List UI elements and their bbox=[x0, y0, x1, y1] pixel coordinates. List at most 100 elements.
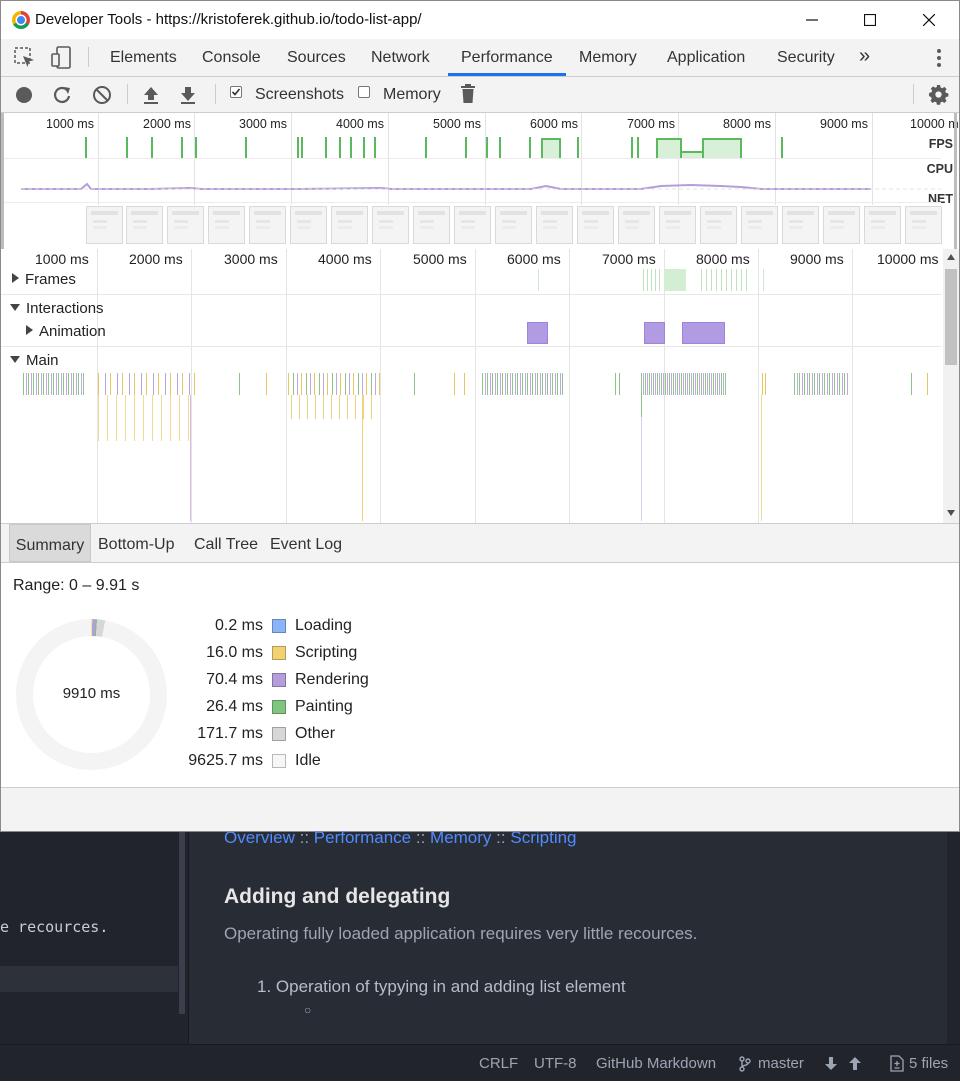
flame-chart-scrollbar[interactable] bbox=[943, 249, 959, 523]
screenshot-thumbnail[interactable] bbox=[167, 206, 204, 244]
main-thread-activity[interactable] bbox=[98, 395, 193, 441]
screenshot-thumbnail[interactable] bbox=[905, 206, 942, 244]
branch-status[interactable]: master bbox=[758, 1055, 804, 1072]
line-ending-status[interactable]: CRLF bbox=[479, 1055, 518, 1072]
animation-track-toggle[interactable]: Animation bbox=[26, 323, 106, 340]
screenshot-thumbnail[interactable] bbox=[290, 206, 327, 244]
push-arrow-up-icon[interactable] bbox=[849, 1056, 861, 1075]
tab-console[interactable]: Console bbox=[202, 39, 261, 76]
breadcrumb-link-memory[interactable]: Memory bbox=[430, 828, 491, 847]
main-thread-activity[interactable] bbox=[239, 373, 240, 395]
load-profile-icon[interactable] bbox=[142, 85, 160, 110]
screenshot-thumbnail[interactable] bbox=[86, 206, 123, 244]
screenshot-thumbnail[interactable] bbox=[413, 206, 450, 244]
animation-event[interactable] bbox=[527, 322, 548, 344]
expand-triangle-icon bbox=[12, 273, 19, 283]
frame-marker bbox=[664, 269, 686, 291]
main-thread-activity[interactable] bbox=[641, 395, 642, 417]
fetch-arrow-down-icon[interactable] bbox=[825, 1057, 837, 1076]
animation-event[interactable] bbox=[682, 322, 725, 344]
screenshot-thumbnail[interactable] bbox=[126, 206, 163, 244]
screenshot-thumbnail[interactable] bbox=[659, 206, 696, 244]
main-thread-activity[interactable] bbox=[911, 373, 912, 395]
main-thread-activity[interactable] bbox=[291, 395, 377, 419]
screenshot-thumbnail[interactable] bbox=[700, 206, 737, 244]
maximize-button[interactable] bbox=[841, 1, 899, 39]
screenshot-thumbnail[interactable] bbox=[864, 206, 901, 244]
screenshot-thumbnail[interactable] bbox=[782, 206, 819, 244]
tab-memory[interactable]: Memory bbox=[579, 39, 637, 76]
main-thread-activity[interactable] bbox=[414, 373, 415, 395]
sub-bullet-icon: ○ bbox=[304, 1003, 312, 1017]
main-thread-activity[interactable] bbox=[266, 373, 267, 395]
screenshot-thumbnail[interactable] bbox=[454, 206, 491, 244]
main-thread-activity[interactable] bbox=[454, 373, 455, 395]
main-thread-activity[interactable] bbox=[761, 395, 762, 521]
screenshot-thumbnail[interactable] bbox=[823, 206, 860, 244]
settings-gear-icon[interactable] bbox=[928, 84, 949, 110]
grammar-status[interactable]: GitHub Markdown bbox=[596, 1055, 716, 1072]
tab-elements[interactable]: Elements bbox=[110, 39, 177, 76]
main-thread-activity[interactable] bbox=[794, 373, 848, 395]
tab-event-log[interactable]: Event Log bbox=[270, 524, 342, 562]
breadcrumb-link-performance[interactable]: Performance bbox=[314, 828, 411, 847]
record-icon[interactable] bbox=[15, 86, 33, 109]
screenshot-thumbnail[interactable] bbox=[495, 206, 532, 244]
animation-event[interactable] bbox=[644, 322, 665, 344]
screenshot-thumbnail[interactable] bbox=[372, 206, 409, 244]
overview-left-handle[interactable] bbox=[1, 113, 4, 249]
minimize-button[interactable] bbox=[783, 1, 841, 39]
tab-sources[interactable]: Sources bbox=[287, 39, 346, 76]
breadcrumb-link-overview[interactable]: Overview bbox=[224, 828, 295, 847]
collect-garbage-icon[interactable] bbox=[460, 84, 476, 109]
screenshot-thumbnail[interactable] bbox=[536, 206, 573, 244]
main-thread-activity[interactable] bbox=[190, 395, 191, 521]
frames-track-toggle[interactable]: Frames bbox=[12, 271, 76, 288]
clear-icon[interactable] bbox=[92, 85, 112, 110]
device-toolbar-icon[interactable] bbox=[51, 46, 73, 75]
main-thread-activity[interactable] bbox=[927, 373, 928, 395]
reload-record-icon[interactable] bbox=[52, 85, 72, 110]
screenshot-thumbnail[interactable] bbox=[249, 206, 286, 244]
breadcrumb-link-scripting[interactable]: Scripting bbox=[510, 828, 576, 847]
main-thread-activity[interactable] bbox=[762, 373, 766, 395]
main-track-toggle[interactable]: Main bbox=[10, 352, 59, 369]
main-thread-activity[interactable] bbox=[615, 373, 621, 395]
main-thread-activity[interactable] bbox=[23, 373, 85, 395]
preview-scrollbar[interactable] bbox=[947, 832, 960, 1044]
overview-right-handle[interactable] bbox=[954, 113, 957, 249]
main-thread-activity[interactable] bbox=[362, 395, 363, 521]
encoding-status[interactable]: UTF-8 bbox=[534, 1055, 577, 1072]
main-thread-activity[interactable] bbox=[288, 373, 384, 395]
screenshot-thumbnail[interactable] bbox=[208, 206, 245, 244]
screenshot-thumbnail[interactable] bbox=[618, 206, 655, 244]
timeline-overview[interactable]: 1000 ms 2000 ms 3000 ms 4000 ms 5000 ms … bbox=[1, 113, 959, 250]
screenshot-thumbnail[interactable] bbox=[741, 206, 778, 244]
editor-scrollbar[interactable] bbox=[179, 832, 185, 1014]
save-profile-icon[interactable] bbox=[179, 85, 197, 110]
close-button[interactable] bbox=[900, 1, 958, 39]
memory-checkbox[interactable] bbox=[358, 86, 370, 98]
screenshots-checkbox[interactable] bbox=[230, 86, 242, 98]
tab-security[interactable]: Security bbox=[777, 39, 835, 76]
tab-bottom-up[interactable]: Bottom-Up bbox=[98, 524, 174, 562]
main-thread-activity[interactable] bbox=[482, 373, 565, 395]
tab-summary[interactable]: Summary bbox=[9, 524, 91, 562]
kebab-menu-icon[interactable] bbox=[936, 48, 942, 73]
screenshot-thumbnail[interactable] bbox=[331, 206, 368, 244]
screenshot-thumbnail[interactable] bbox=[577, 206, 614, 244]
tab-application[interactable]: Application bbox=[667, 39, 745, 76]
tab-performance[interactable]: Performance bbox=[461, 39, 553, 76]
interactions-track-toggle[interactable]: Interactions bbox=[10, 300, 104, 317]
scrollbar-thumb[interactable] bbox=[945, 269, 957, 365]
tab-network[interactable]: Network bbox=[371, 39, 430, 76]
main-thread-activity[interactable] bbox=[641, 417, 642, 521]
tab-call-tree[interactable]: Call Tree bbox=[194, 524, 258, 562]
main-thread-activity[interactable] bbox=[464, 373, 465, 395]
changed-files-status[interactable]: 5 files bbox=[909, 1055, 948, 1072]
more-tabs-chevron-icon[interactable]: » bbox=[859, 39, 870, 76]
legend-value: 0.2 ms bbox=[214, 617, 263, 634]
main-thread-activity[interactable] bbox=[98, 373, 198, 395]
main-thread-activity[interactable] bbox=[641, 373, 726, 395]
inspect-element-icon[interactable] bbox=[14, 47, 36, 74]
